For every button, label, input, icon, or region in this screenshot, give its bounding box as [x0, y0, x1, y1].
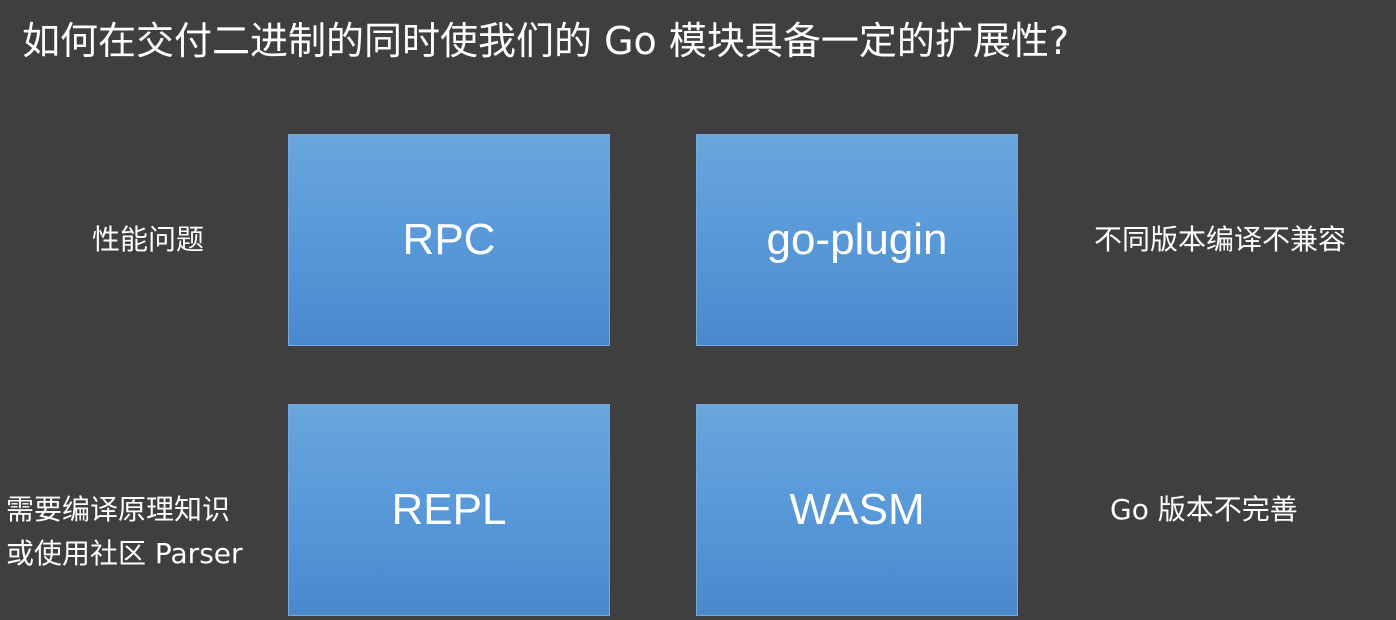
option-label-go-plugin: go-plugin	[766, 215, 948, 264]
option-note-repl: 需要编译原理知识 或使用社区 Parser	[6, 488, 243, 576]
option-box-wasm: WASM	[696, 404, 1018, 616]
option-note-line: Go 版本不完善	[1110, 493, 1298, 526]
option-box-go-plugin: go-plugin	[696, 134, 1018, 346]
option-note-rpc: 性能问题	[92, 218, 204, 262]
slide-title: 如何在交付二进制的同时使我们的 Go 模块具备一定的扩展性?	[22, 19, 1070, 63]
option-note-line: 或使用社区 Parser	[6, 537, 243, 570]
option-note-wasm: Go 版本不完善	[1110, 488, 1298, 532]
option-label-rpc: RPC	[402, 215, 496, 264]
option-note-line: 不同版本编译不兼容	[1094, 223, 1347, 256]
option-label-repl: REPL	[391, 485, 507, 534]
option-note-line: 性能问题	[92, 223, 205, 256]
option-box-rpc: RPC	[288, 134, 610, 346]
option-note-line: 需要编译原理知识	[6, 493, 231, 526]
option-box-repl: REPL	[288, 404, 610, 616]
option-label-wasm: WASM	[789, 485, 925, 534]
option-note-go-plugin: 不同版本编译不兼容	[1094, 218, 1346, 262]
